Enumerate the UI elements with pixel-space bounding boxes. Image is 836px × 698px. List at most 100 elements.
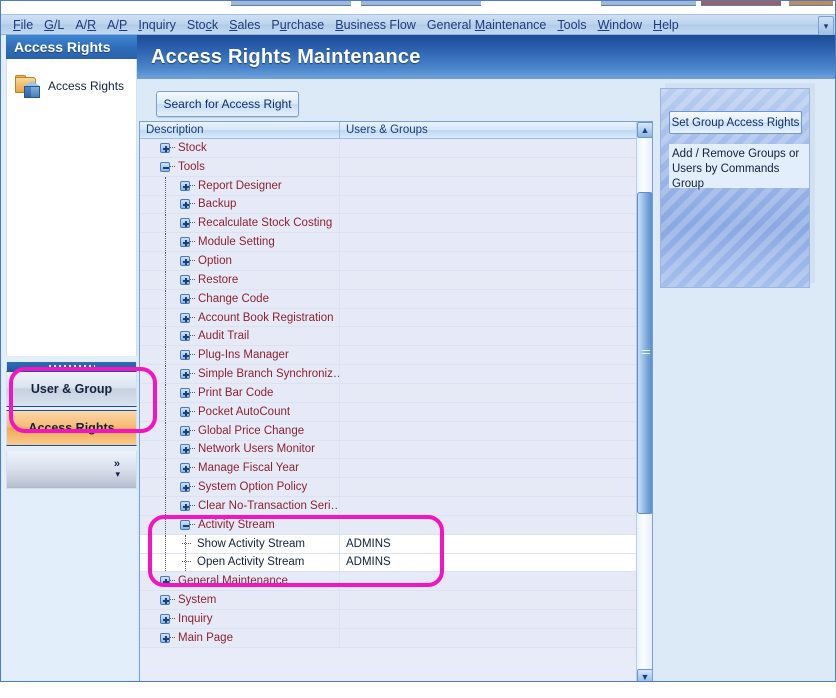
sidebar-button-user-group[interactable]: User & Group [6,371,137,407]
tree-row[interactable]: System [140,591,637,611]
menu-item-inquiry[interactable]: Inquiry [133,16,182,34]
menu-item-help[interactable]: Help [648,16,685,34]
menu-item-ar[interactable]: A/R [70,16,102,34]
tree-expand-plus-icon[interactable] [180,237,190,248]
tree-row[interactable]: Restore [140,270,637,290]
tree-row[interactable]: Change Code [140,289,637,309]
tree-row[interactable]: Simple Branch Synchroniz… [140,365,637,384]
menu-item-file[interactable]: File [8,16,39,34]
tree-expand-plus-icon[interactable] [180,218,190,229]
tree-connector-line [190,316,195,319]
tree-cell-users-groups: ADMINS [346,556,391,569]
menu-item-tools[interactable]: Tools [552,16,592,34]
column-header-users-groups[interactable]: Users & Groups [340,122,637,138]
tree-row[interactable]: Plug-Ins Manager [140,346,637,366]
tree-connector-line [190,278,195,281]
tree-expand-plus-icon[interactable] [180,350,190,361]
tree-node-label: Show Activity Stream [197,537,306,550]
menu-item-general-maintenance[interactable]: General Maintenance [422,16,553,34]
chevron-down-icon[interactable]: ▾ [818,16,834,36]
tree-row[interactable]: Pocket AutoCount [140,402,637,422]
tree-cell-description: Print Bar Code [140,383,340,402]
menu-item-business-flow[interactable]: Business Flow [330,16,422,34]
menu-item-ap[interactable]: A/P [102,16,133,34]
tree-expand-plus-icon[interactable] [180,331,190,342]
tree-expand-plus-icon[interactable] [160,142,170,153]
tree-row[interactable]: Clear No-Transaction Seri… [140,497,637,516]
sidebar-item-label: Access Rights [48,79,125,93]
tree-connector-line [190,203,195,205]
tree-expand-plus-icon[interactable] [180,199,190,210]
tree-row[interactable]: Stock [140,139,637,158]
tree-row[interactable]: Report Designer [140,176,637,196]
tree-row[interactable]: Activity Stream [140,515,637,535]
tree-row[interactable]: System Option Policy [140,478,637,498]
tree-cell-users-groups [340,158,637,176]
tree-expand-plus-icon[interactable] [180,293,190,304]
tree-expand-plus-icon[interactable] [160,576,170,587]
menu-item-purchase[interactable]: Purchase [266,16,330,34]
tree-vertical-scrollbar[interactable]: ▲ ▼ [636,122,652,681]
search-for-access-right-button[interactable]: Search for Access Right [156,91,299,117]
tree-leaf-connector-icon [180,539,194,549]
tree-row[interactable]: Inquiry [140,610,637,629]
tree-cell-users-groups [340,572,637,590]
tree-row[interactable]: Print Bar Code [140,383,637,403]
tree-expand-plus-icon[interactable] [180,255,190,266]
tree-expand-plus-icon[interactable] [160,614,170,625]
tree-expand-plus-icon[interactable] [160,632,170,643]
menu-item-window[interactable]: Window [593,16,648,34]
scroll-down-icon[interactable]: ▼ [637,669,652,681]
tree-cell-users-groups [340,591,637,609]
tree-expand-plus-icon[interactable] [180,500,190,511]
access-rights-tree-panel: Description Users & Groups Stock Tools Rep… [139,121,653,681]
tree-expand-plus-icon[interactable] [180,180,190,191]
menu-item-sales[interactable]: Sales [224,16,266,34]
tree-expand-plus-icon[interactable] [180,425,190,436]
tree-cell-description: System Option Policy [140,478,340,497]
tree-row[interactable]: Option [140,252,637,271]
menu-item-gl[interactable]: G/L [39,16,70,34]
tree-row[interactable]: Manage Fiscal Year [140,459,637,479]
sidebar-header-title: Access Rights [6,35,137,59]
tree-row[interactable]: Global Price Change [140,421,637,441]
tree-expand-plus-icon[interactable] [180,406,190,417]
tree-expand-plus-icon[interactable] [180,482,190,493]
scroll-up-icon[interactable]: ▲ [637,122,652,138]
tree-node-label: General Maintenance [178,575,288,588]
access-rights-folder-cube-icon [15,75,41,98]
tree-row[interactable]: Tools [140,157,637,177]
tree-expand-plus-icon[interactable] [180,274,190,285]
tree-collapse-minus-icon[interactable] [180,519,190,530]
tree-row[interactable]: Network Users Monitor [140,440,637,460]
tree-expand-plus-icon[interactable] [180,312,190,323]
tree-expand-plus-icon[interactable] [180,444,190,455]
tree-row[interactable]: Open Activity Stream ADMINS [140,553,637,573]
tree-row[interactable]: Module Setting [140,233,637,253]
sidebar-button-access-rights[interactable]: Access Rights [6,410,137,446]
tree-guide-line [165,233,166,252]
sidebar-item-access-rights[interactable]: Access Rights [7,59,136,98]
tree-collapse-minus-icon[interactable] [160,161,170,172]
menu-item-stock[interactable]: Stock [182,16,224,34]
scrollbar-thumb[interactable] [637,192,652,514]
tree-row[interactable]: Recalculate Stock Costing [140,214,637,234]
tree-expand-plus-icon[interactable] [180,387,190,398]
tree-node-label: Print Bar Code [198,386,274,399]
tree-rows-container[interactable]: Stock Tools Report Designer Backup Recalcula… [140,139,637,681]
tree-row[interactable]: Show Activity Stream ADMINS [140,534,637,554]
set-group-access-rights-button[interactable]: Set Group Access Rights [669,111,802,134]
sidebar-splitter-grip[interactable] [6,362,137,371]
tree-expand-plus-icon[interactable] [180,463,190,474]
tree-row[interactable]: General Maintenance [140,572,637,592]
tree-expand-plus-icon[interactable] [160,595,170,606]
tree-row[interactable]: Backup [140,195,637,215]
sidebar-overflow-toggle[interactable]: » ▾ [6,451,137,489]
tree-row[interactable]: Account Book Registration [140,308,637,328]
tree-row[interactable]: Main Page [140,628,637,648]
column-header-description[interactable]: Description [140,122,340,138]
tree-node-label: Account Book Registration [198,311,334,324]
tree-expand-plus-icon[interactable] [180,369,190,380]
tree-guide-line [165,365,166,383]
tree-row[interactable]: Audit Trail [140,327,637,347]
